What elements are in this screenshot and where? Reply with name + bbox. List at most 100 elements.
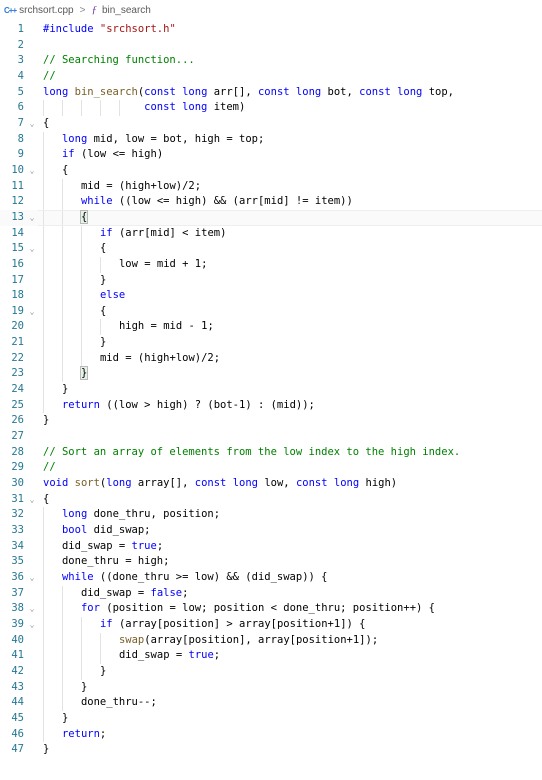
indent-guide	[43, 350, 44, 367]
breadcrumb-file[interactable]: C++ srchsort.cpp	[0, 5, 74, 16]
line-number: 40	[11, 633, 24, 646]
code-line[interactable]: 43}	[0, 679, 542, 696]
indent-guide	[43, 569, 44, 586]
code-line[interactable]: 8 long mid, low = bot, high = top;	[0, 131, 542, 148]
code-text: }	[99, 273, 107, 286]
code-line[interactable]: 41 did_swap = true;	[0, 648, 542, 664]
indent-guide	[80, 319, 82, 336]
code-line[interactable]: 47}	[0, 742, 542, 758]
code-line[interactable]: 25 return ((low > high) ? (bot-1) : (mid)…	[0, 397, 542, 414]
chevron-down-icon[interactable]: ⌄	[27, 116, 37, 132]
code-line[interactable]: 29 //	[0, 460, 542, 476]
line-number: 33	[11, 524, 24, 536]
line-number: 17	[11, 273, 24, 286]
indent-guide	[61, 585, 63, 602]
line-number: 21	[11, 336, 24, 349]
code-editor[interactable]: 1 #include "srchsort.h" 2 3// Searching fun…	[0, 22, 542, 758]
code-line[interactable]: 37 did_swap = false;	[0, 585, 542, 602]
indent-guide	[99, 256, 101, 273]
indent-guide	[43, 288, 44, 304]
code-line[interactable]: 46 return;	[0, 726, 542, 743]
code-line[interactable]: 11 mid = (high+low)/2;	[0, 178, 542, 195]
code-text: }	[80, 680, 88, 693]
code-line[interactable]: 19 ⌄ {	[0, 303, 542, 320]
code-line[interactable]: 1 #include "srchsort.h"	[0, 22, 542, 38]
code-text: if (low <= high)	[61, 148, 164, 161]
code-line[interactable]: 26}	[0, 413, 542, 429]
line-number: 42	[11, 664, 24, 677]
code-line[interactable]: 44 done_thru--;	[0, 695, 542, 711]
function-icon: ƒ	[91, 4, 97, 16]
code-line[interactable]: 30 void sort(long array[], const long low…	[0, 476, 542, 492]
code-line[interactable]: 2	[0, 38, 542, 54]
code-line[interactable]: 5 long bin_search(const long arr[], const…	[0, 85, 542, 101]
code-line[interactable]: 9 if (low <= high)	[0, 147, 542, 163]
indent-guide	[80, 303, 82, 320]
code-line[interactable]: 35 done_thru = high;	[0, 554, 542, 570]
code-line[interactable]: 23}	[0, 366, 542, 383]
indent-guide	[80, 335, 82, 351]
code-line[interactable]: 40 swap(array[position], array[position+1…	[0, 632, 542, 649]
code-line[interactable]: 18 else	[0, 288, 542, 304]
indent-guide	[43, 726, 44, 743]
code-line[interactable]: 32 long done_thru, position;	[0, 507, 542, 523]
indent-guide	[61, 663, 63, 680]
code-line[interactable]: 34 did_swap = true;	[0, 538, 542, 555]
indent-guide	[80, 350, 82, 367]
indent-guide	[80, 225, 82, 242]
code-line[interactable]: 39 ⌄ if (array[position] > array[position+…	[0, 616, 542, 633]
chevron-down-icon[interactable]: ⌄	[27, 210, 37, 226]
code-line[interactable]: 7 ⌄ {	[0, 116, 542, 132]
line-number: 19	[11, 304, 24, 317]
code-text: bool did_swap;	[61, 524, 151, 536]
code-line[interactable]: 4 //	[0, 69, 542, 85]
code-line[interactable]: 10 ⌄ {	[0, 162, 542, 179]
code-line[interactable]: 22 mid = (high+low)/2;	[0, 350, 542, 367]
indent-guide	[43, 616, 44, 633]
code-line[interactable]: 36 ⌄ while ((done_thru >= low) && (did_swa…	[0, 569, 542, 586]
chevron-down-icon[interactable]: ⌄	[27, 492, 37, 508]
breadcrumb-file-label: srchsort.cpp	[19, 4, 74, 16]
indent-guide	[43, 538, 44, 555]
code-line[interactable]: 45}	[0, 710, 542, 727]
code-line[interactable]: 16 low = mid + 1;	[0, 256, 542, 273]
indent-guide	[43, 382, 44, 398]
code-line[interactable]: 27	[0, 429, 542, 445]
chevron-down-icon[interactable]: ⌄	[27, 617, 37, 633]
code-line[interactable]: 38 ⌄ for (position = low; position < done_…	[0, 601, 542, 617]
code-line[interactable]: 20 high = mid - 1;	[0, 319, 542, 336]
code-text: done_thru--;	[80, 696, 157, 709]
code-line[interactable]: 42}	[0, 663, 542, 680]
line-number: 13	[11, 210, 24, 223]
code-text: for (position = low; position < done_thr…	[80, 602, 435, 615]
code-line[interactable]: 13 ⌄ {	[0, 209, 542, 226]
code-line[interactable]: 6 const long item)	[0, 100, 542, 116]
indent-guide	[61, 695, 63, 711]
code-text: done_thru = high;	[61, 555, 170, 568]
code-text: void sort(long array[], const long low, …	[43, 477, 398, 490]
code-line[interactable]: 17}	[0, 272, 542, 289]
indent-guide	[43, 319, 44, 336]
line-number: 16	[11, 257, 24, 270]
chevron-down-icon[interactable]: ⌄	[27, 570, 37, 586]
code-line[interactable]: 21}	[0, 335, 542, 351]
line-number: 24	[11, 383, 24, 396]
code-text: high = mid - 1;	[118, 320, 214, 333]
indent-guide	[80, 632, 82, 649]
code-line[interactable]: 14 if (arr[mid] < item)	[0, 225, 542, 242]
code-line[interactable]: 33 bool did_swap;	[0, 523, 542, 539]
code-line[interactable]: 3 // Searching function...	[0, 53, 542, 69]
code-text: did_swap = false;	[80, 586, 189, 599]
chevron-down-icon[interactable]: ⌄	[27, 241, 37, 257]
chevron-down-icon[interactable]: ⌄	[27, 304, 37, 320]
chevron-down-icon[interactable]: ⌄	[27, 163, 37, 179]
breadcrumb-symbol[interactable]: ƒ bin_search	[91, 4, 150, 16]
code-line[interactable]: 24}	[0, 382, 542, 398]
code-line[interactable]: 15 ⌄ {	[0, 241, 542, 257]
code-line[interactable]: 28 // Sort an array of elements from the …	[0, 445, 542, 461]
code-line[interactable]: 31 ⌄ {	[0, 492, 542, 508]
code-line[interactable]: 12 while ((low <= high) && (arr[mid] != i…	[0, 194, 542, 210]
chevron-down-icon[interactable]: ⌄	[27, 601, 37, 617]
indent-guide	[43, 131, 44, 148]
line-number: 1	[17, 23, 24, 35]
